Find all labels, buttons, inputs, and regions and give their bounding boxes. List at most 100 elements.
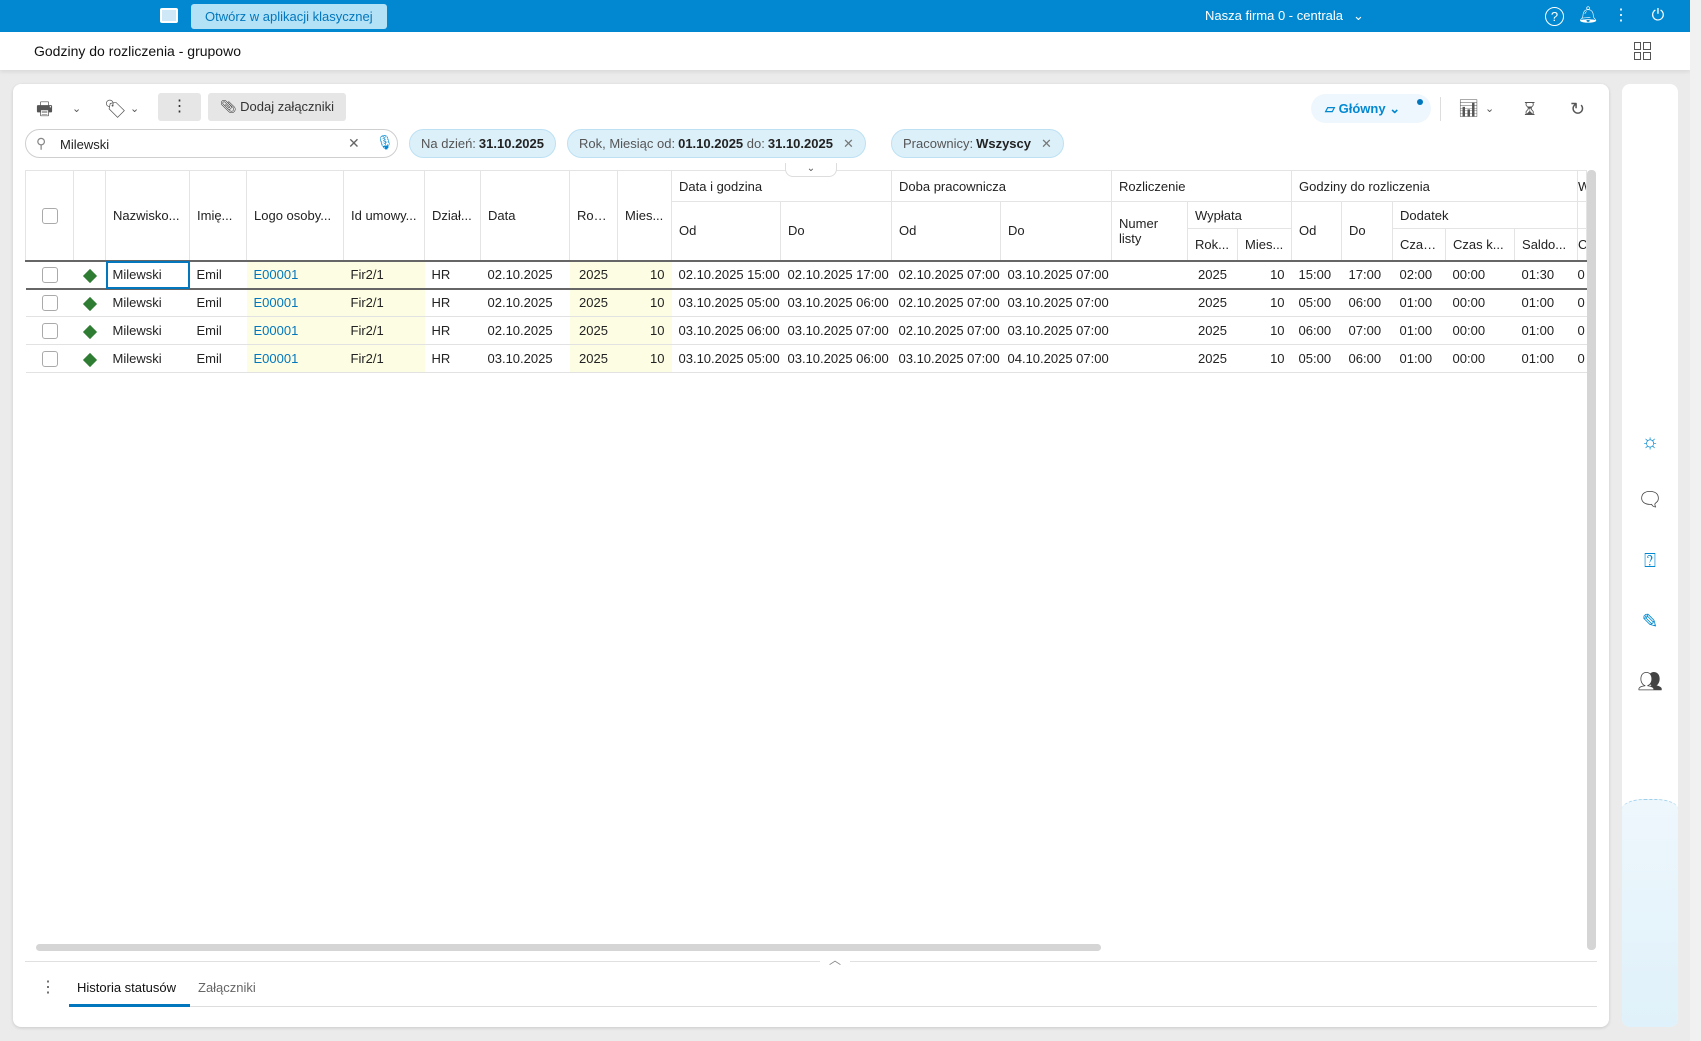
cell-doba-do: 04.10.2025 07:00	[1000, 344, 1112, 373]
table-row[interactable]: Milewski Emil E00001 Fir2/1 HR 02.10.2025 2025…	[25, 288, 1587, 317]
help-chat-icon[interactable]: ⍰	[1636, 547, 1664, 575]
col-dg-od[interactable]: Od	[671, 201, 781, 261]
chevron-down-icon[interactable]: ⌄	[130, 96, 139, 122]
horizontal-scrollbar[interactable]	[36, 944, 1101, 951]
layout-icon[interactable]	[1634, 42, 1652, 60]
more-icon[interactable]: ⋮	[40, 977, 56, 997]
cell-logo[interactable]: E00001	[246, 344, 344, 373]
col-g-do[interactable]: Do	[1341, 201, 1394, 261]
cell-numer-listy	[1111, 260, 1188, 290]
col-g-od[interactable]: Od	[1291, 201, 1343, 261]
cell-nazwisko: Milewski	[105, 288, 190, 317]
col-dzial[interactable]: Dział...	[424, 170, 481, 261]
cell-logo[interactable]: E00001	[246, 316, 344, 345]
col-numer-listy[interactable]: Numer listy	[1111, 201, 1189, 261]
chat-icon[interactable]: 🗨︎	[1636, 486, 1664, 514]
cell-rok: 2025	[569, 344, 618, 373]
microphone-icon[interactable]: 🎙︎	[376, 134, 394, 151]
tab-zalaczniki[interactable]: Załączniki	[198, 980, 256, 995]
cell-logo[interactable]: E00001	[246, 260, 344, 290]
cell-logo[interactable]: E00001	[246, 288, 344, 317]
col-czas[interactable]: Czas...	[1392, 228, 1447, 261]
cell-wyplata-mies: 10	[1237, 316, 1292, 345]
col-cut: W	[1577, 170, 1588, 202]
add-attachments-button[interactable]: 📎︎ Dodaj załączniki	[208, 93, 347, 121]
remove-filter-icon[interactable]: ✕	[1041, 136, 1052, 151]
col-logo[interactable]: Logo osoby...	[246, 170, 344, 261]
window-scrollbar[interactable]	[1690, 0, 1701, 1041]
vertical-scrollbar[interactable]	[1587, 170, 1596, 950]
contact-icon[interactable]: 👥︎	[1636, 668, 1664, 696]
more-actions-button[interactable]: ⋮	[158, 93, 201, 121]
chevron-down-icon[interactable]: ⌄	[72, 96, 81, 122]
col-dg-do[interactable]: Do	[780, 201, 892, 261]
view-selector[interactable]: ▱ Główny ⌄	[1311, 94, 1431, 123]
table-row[interactable]: Milewski Emil E00001 Fir2/1 HR 03.10.2025 2025…	[25, 344, 1587, 373]
cell-wyplata-mies: 10	[1237, 344, 1292, 373]
help-icon[interactable]: ?	[1545, 7, 1564, 26]
col-rok[interactable]: Rok...	[569, 170, 618, 261]
col-wyplata-mies[interactable]: Mies...	[1237, 228, 1293, 261]
company-selector[interactable]: Nasza firma 0 - centrala ⌄	[1205, 0, 1364, 32]
tag-icon[interactable]: 🏷︎	[104, 96, 127, 122]
cell-dg-do: 02.10.2025 17:00	[780, 260, 892, 290]
row-checkbox[interactable]	[25, 344, 74, 373]
idea-icon[interactable]: ☼	[1636, 428, 1664, 456]
cell-nazwisko: Milewski	[105, 344, 190, 373]
col-saldo[interactable]: Saldo...	[1514, 228, 1579, 261]
row-checkbox[interactable]	[25, 288, 74, 317]
group-godziny: Godziny do rozliczenia	[1291, 170, 1579, 202]
collapse-header-button[interactable]: ⌄	[785, 163, 837, 177]
more-icon[interactable]: ⋮	[1610, 5, 1632, 27]
col-imie[interactable]: Imię...	[189, 170, 247, 261]
select-all-checkbox[interactable]	[25, 170, 74, 261]
col-mies[interactable]: Mies...	[617, 170, 672, 261]
refresh-icon[interactable]: ↻	[1570, 96, 1585, 122]
clear-search-icon[interactable]: ✕	[348, 135, 360, 152]
filter-chip-date[interactable]: Na dzień: 31.10.2025	[409, 129, 556, 158]
filter-chip-employees[interactable]: Pracownicy: Wszyscy ✕	[891, 129, 1064, 158]
cell-dg-do: 03.10.2025 07:00	[780, 316, 892, 345]
table-row[interactable]: Milewski Emil E00001 Fir2/1 HR 02.10.2025 2025…	[25, 316, 1587, 345]
cell-nazwisko: Milewski	[105, 260, 190, 290]
classic-app-icon[interactable]	[160, 8, 178, 23]
col-doba-od[interactable]: Od	[891, 201, 1001, 261]
col-data[interactable]: Data	[480, 170, 570, 261]
col-wyplata-rok[interactable]: Rok...	[1187, 228, 1239, 261]
cell-mies: 10	[617, 288, 672, 317]
col-nazwisko[interactable]: Nazwisko...	[105, 170, 190, 261]
row-checkbox[interactable]	[25, 316, 74, 345]
col-czas-k[interactable]: Czas k...	[1445, 228, 1516, 261]
print-icon[interactable]: 🖶	[36, 96, 53, 122]
bell-icon[interactable]: 🔔︎	[1577, 5, 1599, 27]
power-icon[interactable]: ⏻	[1647, 5, 1669, 27]
feedback-edit-icon[interactable]: ✎	[1636, 608, 1664, 636]
filter-chip-period[interactable]: Rok, Miesiąc od: 01.10.2025 do: 31.10.2025…	[567, 129, 866, 158]
cell-data: 03.10.2025	[480, 344, 570, 373]
cell-rok: 2025	[569, 288, 618, 317]
view-label: Główny	[1338, 101, 1386, 116]
cell-doba-od: 03.10.2025 07:00	[891, 344, 1001, 373]
chevron-down-icon[interactable]: ⌄	[1485, 96, 1494, 122]
cell-dzial: HR	[424, 316, 481, 345]
col-id-umowy[interactable]: Id umowy...	[343, 170, 425, 261]
remove-filter-icon[interactable]: ✕	[843, 136, 854, 151]
table-row[interactable]: Milewski Emil E00001 Fir2/1 HR 02.10.2025 2025…	[25, 260, 1587, 290]
filter-icon[interactable]: ⏳︎	[1524, 96, 1535, 122]
search-input[interactable]: ⚲ Milewski ✕ 🎙︎	[25, 129, 398, 158]
tab-historia-statusow[interactable]: Historia statusów	[77, 980, 176, 995]
row-checkbox[interactable]	[25, 260, 74, 290]
chip-label: Pracownicy:	[903, 136, 974, 151]
group-wyplata: Wypłata	[1187, 201, 1293, 229]
expand-panel-button[interactable]: ︿	[820, 951, 850, 969]
cell-czas: 02:00	[1392, 260, 1446, 290]
open-classic-button[interactable]: Otwórz w aplikacji klasycznej	[191, 4, 387, 29]
search-value[interactable]: Milewski	[60, 137, 109, 152]
cell-czas-k: 00:00	[1445, 344, 1515, 373]
chevron-down-icon: ⌄	[1389, 101, 1401, 116]
cell-dzial: HR	[424, 344, 481, 373]
col-doba-do[interactable]: Do	[999, 201, 1113, 261]
active-tab-indicator	[69, 1004, 190, 1007]
chip-label: Na dzień:	[421, 136, 476, 151]
chart-icon[interactable]: 📊︎	[1458, 96, 1480, 122]
